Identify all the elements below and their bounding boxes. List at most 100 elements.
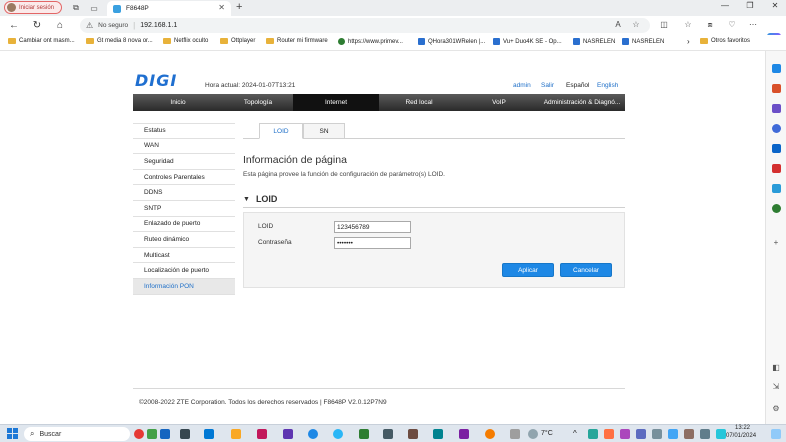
bookmark-item[interactable]: QHora301WRelen |...	[418, 38, 485, 45]
collapse-triangle-icon[interactable]: ▼	[243, 196, 250, 203]
app-icon[interactable]	[283, 429, 293, 439]
settings-gear-icon[interactable]: ⚙	[770, 404, 782, 413]
tray-app-icon[interactable]	[636, 429, 646, 439]
home-icon[interactable]: ⌂	[53, 20, 67, 31]
games-icon[interactable]	[772, 164, 781, 173]
sidebar-item-multicast[interactable]: Multicast	[133, 248, 235, 264]
reload-icon[interactable]: ↻	[30, 20, 44, 31]
windows-store-icon[interactable]	[204, 429, 214, 439]
read-aloud-icon[interactable]: A	[612, 20, 624, 29]
nav-administracion[interactable]: Administración & Diagnó...	[539, 94, 625, 111]
cancel-button[interactable]: Cancelar	[560, 263, 612, 277]
tab-router[interactable]: F8648P ✕	[107, 1, 231, 16]
tab-loid[interactable]: LOID	[259, 123, 303, 139]
clock-time[interactable]: 13:22	[735, 425, 750, 431]
nav-inicio[interactable]: Inicio	[133, 94, 223, 111]
external-link-icon[interactable]: ⇲	[770, 382, 782, 391]
app-icon[interactable]	[160, 429, 170, 439]
tray-app-icon[interactable]	[716, 429, 726, 439]
weather-temp[interactable]: 7°C	[541, 430, 553, 437]
toolbox-icon[interactable]	[772, 84, 781, 93]
app-icon[interactable]	[510, 429, 520, 439]
task-view-icon[interactable]	[180, 429, 190, 439]
favorites-icon[interactable]: ☆	[682, 20, 694, 29]
logout-link[interactable]: Salir	[541, 82, 554, 89]
clock-date[interactable]: 07/01/2024	[726, 433, 756, 439]
bookmark-item[interactable]: https://www.primev...	[338, 38, 403, 45]
tray-app-icon[interactable]	[588, 429, 598, 439]
app-icon[interactable]	[257, 429, 267, 439]
network-icon[interactable]	[652, 429, 662, 439]
tab-actions-icon[interactable]: ▭	[88, 2, 100, 14]
app-icon[interactable]	[359, 429, 369, 439]
tag-icon[interactable]	[772, 64, 781, 73]
user-link[interactable]: admin	[513, 82, 531, 89]
nav-internet[interactable]: Internet	[293, 94, 379, 111]
nav-voip[interactable]: VoIP	[459, 94, 539, 111]
warning-icon[interactable]: ⚠	[86, 21, 93, 30]
sidebar-panel-icon[interactable]: ◧	[770, 363, 782, 372]
apply-button[interactable]: Aplicar	[502, 263, 554, 277]
app-icon[interactable]	[383, 429, 393, 439]
workspaces-icon[interactable]: ⧉	[70, 2, 82, 14]
tray-app-icon[interactable]	[604, 429, 614, 439]
bookmark-item[interactable]: NASRELEN	[622, 38, 664, 45]
address-bar[interactable]: ⚠ No seguro | 192.168.1.1	[80, 18, 650, 33]
app-icon[interactable]	[433, 429, 443, 439]
sidebar-item-ddns[interactable]: DDNS	[133, 185, 235, 201]
taskbar-search[interactable]: ⌕ Buscar	[24, 427, 130, 441]
nav-red-local[interactable]: Red local	[379, 94, 459, 111]
loid-section-header[interactable]: ▼ LOID	[243, 194, 277, 204]
tray-app-icon[interactable]	[700, 429, 710, 439]
edge-browser-icon[interactable]	[308, 429, 318, 439]
browser-essentials-icon[interactable]: ♡	[726, 20, 738, 29]
close-window-button[interactable]: ✕	[768, 1, 782, 10]
outlook-icon[interactable]	[772, 144, 781, 153]
bookmark-item[interactable]: Vu+ Duo4K SE - Op...	[493, 38, 562, 45]
sidebar-item-localizacion-de-puerto[interactable]: Localización de puerto	[133, 263, 235, 279]
bookmark-item[interactable]: NASRELEN	[573, 38, 615, 45]
widget-icon[interactable]	[134, 429, 144, 439]
tray-app-icon[interactable]	[620, 429, 630, 439]
profile-button[interactable]: Iniciar sesión	[4, 1, 62, 14]
sidebar-item-wan[interactable]: WAN	[133, 139, 235, 155]
tree-icon[interactable]	[772, 204, 781, 213]
more-options-icon[interactable]: ⋯	[747, 20, 759, 29]
app-icon[interactable]	[485, 429, 495, 439]
sidebar-item-ruteo-dinamico[interactable]: Ruteo dinámico	[133, 232, 235, 248]
sidebar-item-seguridad[interactable]: Seguridad	[133, 154, 235, 170]
favorite-star-icon[interactable]: ☆	[630, 20, 642, 29]
bookmark-item[interactable]: Cambiar ont masm...	[8, 38, 75, 44]
maximize-button[interactable]: ❐	[743, 1, 757, 10]
sidebar-item-informacion-pon[interactable]: Información PON	[133, 278, 235, 295]
telegram-icon[interactable]	[333, 429, 343, 439]
person-icon[interactable]	[772, 104, 781, 113]
bookmark-item[interactable]: Router mi firmware	[266, 38, 328, 44]
tray-chevron-icon[interactable]: ^	[573, 429, 577, 438]
file-explorer-icon[interactable]	[231, 429, 241, 439]
password-input[interactable]	[334, 237, 411, 249]
bookmarks-more-icon[interactable]: ›	[687, 37, 690, 46]
collections-icon[interactable]: ⧈	[704, 20, 716, 30]
app-icon[interactable]	[408, 429, 418, 439]
nav-topologia[interactable]: Topología	[223, 94, 293, 111]
tab-close-icon[interactable]: ✕	[218, 3, 225, 12]
volume-icon[interactable]	[668, 429, 678, 439]
url-text[interactable]: 192.168.1.1	[140, 22, 177, 29]
loid-input[interactable]	[334, 221, 411, 233]
notifications-icon[interactable]	[771, 429, 781, 439]
bookmark-item[interactable]: Netflix oculto	[163, 38, 208, 44]
copilot-sidebar-icon[interactable]	[772, 124, 781, 133]
new-tab-button[interactable]: +	[236, 1, 242, 13]
app-icon[interactable]	[459, 429, 469, 439]
shopping-icon[interactable]	[772, 184, 781, 193]
tab-sn[interactable]: SN	[303, 123, 345, 139]
start-button[interactable]	[7, 428, 18, 439]
sidebar-item-estatus[interactable]: Estatus	[133, 123, 235, 139]
other-favorites[interactable]: Otros favoritos	[700, 38, 750, 44]
bookmark-item[interactable]: Gt media 8 nova or...	[86, 38, 153, 44]
app-icon[interactable]	[147, 429, 157, 439]
lang-en[interactable]: English	[597, 82, 618, 89]
sidebar-item-sntp[interactable]: SNTP	[133, 201, 235, 217]
bookmark-item[interactable]: Ottplayer	[220, 38, 255, 44]
